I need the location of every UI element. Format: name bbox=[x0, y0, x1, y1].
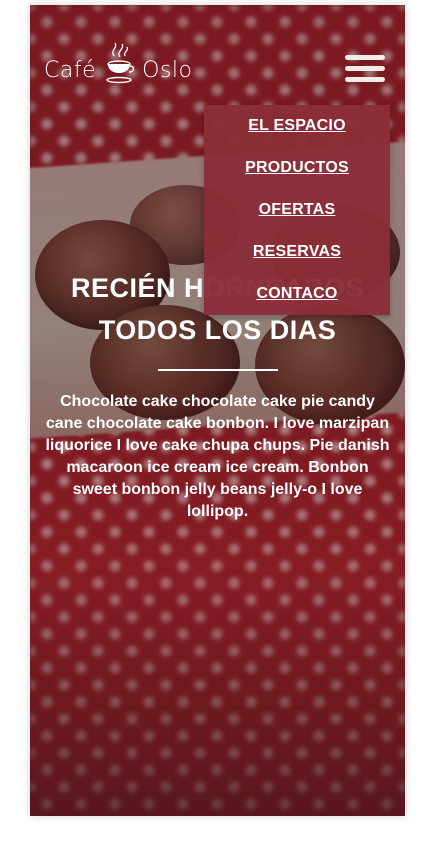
hamburger-bar bbox=[345, 55, 385, 60]
hamburger-bar bbox=[345, 77, 385, 82]
nav-item-contaco[interactable]: CONTACO bbox=[204, 273, 390, 315]
logo-text-right: Oslo bbox=[142, 57, 193, 83]
hero-description: Chocolate cake chocolate cake pie candy … bbox=[45, 393, 390, 520]
site-header: Café Oslo bbox=[30, 5, 405, 105]
hamburger-menu-icon[interactable] bbox=[345, 55, 385, 83]
logo-text-left: Café bbox=[44, 57, 97, 83]
hero-title-line2: TODOS LOS DIAS bbox=[98, 315, 337, 345]
title-divider bbox=[157, 369, 278, 371]
coffee-cup-icon bbox=[106, 42, 135, 84]
mobile-viewport: Café Oslo RECIÉN HORNEADOS TODOS LOS bbox=[30, 5, 405, 816]
nav-item-reservas[interactable]: RESERVAS bbox=[204, 231, 390, 273]
hamburger-bar bbox=[345, 66, 385, 71]
hero-section: Café Oslo RECIÉN HORNEADOS TODOS LOS bbox=[30, 5, 405, 816]
dropdown-nav-menu: EL ESPACIO PRODUCTOS OFERTAS RESERVAS CO… bbox=[204, 105, 390, 315]
nav-item-ofertas[interactable]: OFERTAS bbox=[204, 189, 390, 231]
site-logo[interactable]: Café Oslo bbox=[44, 42, 193, 95]
nav-item-productos[interactable]: PRODUCTOS bbox=[204, 147, 390, 189]
nav-item-el-espacio[interactable]: EL ESPACIO bbox=[204, 105, 390, 147]
